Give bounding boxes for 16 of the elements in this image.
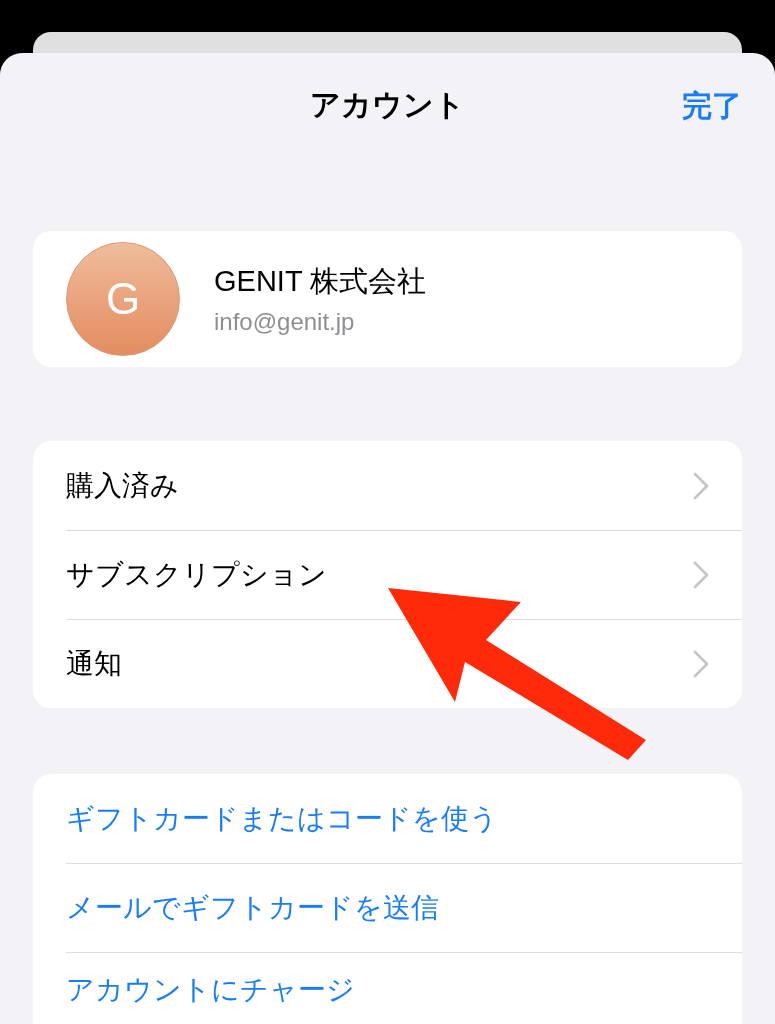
- chevron-icon: [693, 561, 709, 589]
- done-button[interactable]: 完了: [682, 86, 742, 127]
- action-link[interactable]: ギフトカードまたはコードを使う: [66, 774, 742, 863]
- chevron-icon: [693, 650, 709, 678]
- menu-item-label: サブスクリプション: [66, 557, 327, 593]
- menu-item-label: 購入済み: [66, 467, 179, 504]
- account-name: GENIT 株式会社: [214, 264, 427, 299]
- account-email: info@genit.jp: [214, 308, 356, 336]
- action-link[interactable]: メールでギフトカードを送信: [66, 863, 742, 952]
- sheet-title: アカウント: [310, 85, 465, 124]
- menu-item[interactable]: 購入済み: [66, 441, 742, 530]
- action-link[interactable]: アカウントにチャージ: [66, 952, 742, 1024]
- menu-item-label: 通知: [66, 646, 122, 682]
- chevron-icon: [693, 471, 709, 500]
- avatar: G: [66, 242, 180, 356]
- profile-card[interactable]: G GENIT 株式会社 info@genit.jp: [33, 231, 742, 367]
